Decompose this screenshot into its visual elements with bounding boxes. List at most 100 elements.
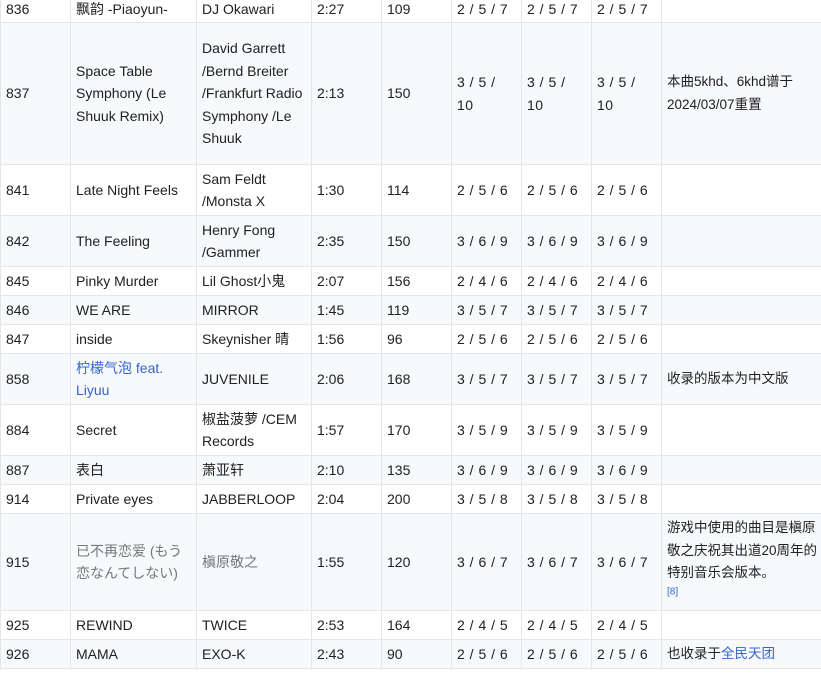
song-bpm: 150: [381, 215, 452, 267]
song-duration: 1:30: [311, 164, 382, 216]
difficulty-c: 2 / 5 / 6: [591, 164, 662, 216]
song-artist: Henry Fong /Gammer: [196, 215, 312, 267]
difficulty-a: 2 / 4 / 5: [451, 610, 522, 640]
song-note: 本曲5khd、6khd谱于2024/03/07重置: [661, 22, 821, 165]
difficulty-b: 2 / 5 / 6: [521, 324, 592, 354]
song-duration: 1:57: [311, 404, 382, 456]
song-id: 915: [0, 513, 71, 611]
difficulty-a: 3 / 5 / 10: [451, 22, 522, 165]
song-id: 846: [0, 295, 71, 325]
difficulty-b: 2 / 4 / 5: [521, 610, 592, 640]
song-artist: Sam Feldt /Monsta X: [196, 164, 312, 216]
table-row: 887 表白 萧亚轩 2:10 135 3 / 6 / 9 3 / 6 / 9 …: [0, 455, 821, 485]
song-artist: Lil Ghost小鬼: [196, 266, 312, 296]
song-note: [661, 215, 821, 267]
song-bpm: 120: [381, 513, 452, 611]
table-row: 846 WE ARE MIRROR 1:45 119 3 / 5 / 7 3 /…: [0, 295, 821, 325]
song-note: [661, 324, 821, 354]
difficulty-c: 3 / 6 / 9: [591, 215, 662, 267]
song-title: 飘韵 -Piaoyun-: [70, 0, 197, 23]
song-note: 也收录于全民天团: [661, 639, 821, 669]
reference-link[interactable]: [8]: [667, 586, 678, 597]
song-bpm: 96: [381, 324, 452, 354]
song-artist: JUVENILE: [196, 353, 312, 405]
difficulty-c: 2 / 4 / 6: [591, 266, 662, 296]
difficulty-c: 3 / 5 / 8: [591, 484, 662, 514]
difficulty-a: 3 / 5 / 7: [451, 295, 522, 325]
table-row: 836 飘韵 -Piaoyun- DJ Okawari 2:27 109 2 /…: [0, 0, 821, 23]
difficulty-a: 3 / 5 / 7: [451, 353, 522, 405]
song-title-link[interactable]: 柠檬气泡 feat. Liyuu: [70, 353, 197, 405]
song-note: [661, 295, 821, 325]
song-duration: 2:53: [311, 610, 382, 640]
song-bpm: 109: [381, 0, 452, 23]
song-note: [661, 484, 821, 514]
note-text: 游戏中使用的曲目是槇原敬之庆祝其出道20周年的特别音乐会版本。: [667, 520, 818, 580]
difficulty-b: 3 / 5 / 8: [521, 484, 592, 514]
difficulty-c: 2 / 5 / 7: [591, 0, 662, 23]
difficulty-b: 2 / 5 / 6: [521, 639, 592, 669]
table-row: 915 已不再恋爱 (もう恋なんてしない) 槇原敬之 1:55 120 3 / …: [0, 513, 821, 611]
table-row: 842 The Feeling Henry Fong /Gammer 2:35 …: [0, 215, 821, 267]
song-bpm: 164: [381, 610, 452, 640]
song-artist: MIRROR: [196, 295, 312, 325]
song-title: Secret: [70, 404, 197, 456]
song-id: 845: [0, 266, 71, 296]
difficulty-a: 2 / 5 / 6: [451, 639, 522, 669]
difficulty-a: 3 / 5 / 9: [451, 404, 522, 456]
difficulty-a: 3 / 5 / 8: [451, 484, 522, 514]
table-row: 914 Private eyes JABBERLOOP 2:04 200 3 /…: [0, 484, 821, 514]
song-duration: 2:43: [311, 639, 382, 669]
song-duration: 2:27: [311, 0, 382, 23]
difficulty-c: 3 / 5 / 7: [591, 353, 662, 405]
song-bpm: 119: [381, 295, 452, 325]
difficulty-c: 2 / 5 / 6: [591, 324, 662, 354]
song-bpm: 135: [381, 455, 452, 485]
difficulty-b: 3 / 6 / 7: [521, 513, 592, 611]
song-title: Private eyes: [70, 484, 197, 514]
song-title: WE ARE: [70, 295, 197, 325]
song-title: inside: [70, 324, 197, 354]
difficulty-a: 3 / 6 / 9: [451, 455, 522, 485]
song-bpm: 90: [381, 639, 452, 669]
table-row: 841 Late Night Feels Sam Feldt /Monsta X…: [0, 164, 821, 216]
song-id: 884: [0, 404, 71, 456]
difficulty-a: 3 / 6 / 7: [451, 513, 522, 611]
table-row: 858 柠檬气泡 feat. Liyuu JUVENILE 2:06 168 3…: [0, 353, 821, 405]
song-title: 表白: [70, 455, 197, 485]
song-id: 841: [0, 164, 71, 216]
song-title: Space Table Symphony (Le Shuuk Remix): [70, 22, 197, 165]
table-row: 847 inside Skeynisher 晴 1:56 96 2 / 5 / …: [0, 324, 821, 354]
song-artist: EXO-K: [196, 639, 312, 669]
note-text: 也收录于: [667, 645, 721, 661]
difficulty-c: 3 / 6 / 7: [591, 513, 662, 611]
difficulty-b: 3 / 5 / 9: [521, 404, 592, 456]
song-artist: Skeynisher 晴: [196, 324, 312, 354]
song-id: 926: [0, 639, 71, 669]
song-note: [661, 0, 821, 23]
song-bpm: 150: [381, 22, 452, 165]
table-row: 884 Secret 椒盐菠萝 /CEM Records 1:57 170 3 …: [0, 404, 821, 456]
song-duration: 2:13: [311, 22, 382, 165]
song-note: [661, 404, 821, 456]
song-table: 836 飘韵 -Piaoyun- DJ Okawari 2:27 109 2 /…: [0, 0, 821, 669]
song-artist: JABBERLOOP: [196, 484, 312, 514]
song-artist: TWICE: [196, 610, 312, 640]
song-duration: 2:10: [311, 455, 382, 485]
difficulty-b: 3 / 5 / 10: [521, 22, 592, 165]
difficulty-a: 2 / 5 / 6: [451, 324, 522, 354]
table-row: 926 MAMA EXO-K 2:43 90 2 / 5 / 6 2 / 5 /…: [0, 639, 821, 669]
song-title: 已不再恋爱 (もう恋なんてしない): [70, 513, 197, 611]
song-note: [661, 455, 821, 485]
difficulty-a: 3 / 6 / 9: [451, 215, 522, 267]
note-link[interactable]: 全民天团: [721, 646, 775, 661]
song-duration: 2:35: [311, 215, 382, 267]
song-bpm: 170: [381, 404, 452, 456]
song-id: 887: [0, 455, 71, 485]
song-bpm: 114: [381, 164, 452, 216]
difficulty-c: 3 / 6 / 9: [591, 455, 662, 485]
song-duration: 1:45: [311, 295, 382, 325]
difficulty-b: 3 / 5 / 7: [521, 295, 592, 325]
song-artist: DJ Okawari: [196, 0, 312, 23]
difficulty-b: 2 / 5 / 6: [521, 164, 592, 216]
